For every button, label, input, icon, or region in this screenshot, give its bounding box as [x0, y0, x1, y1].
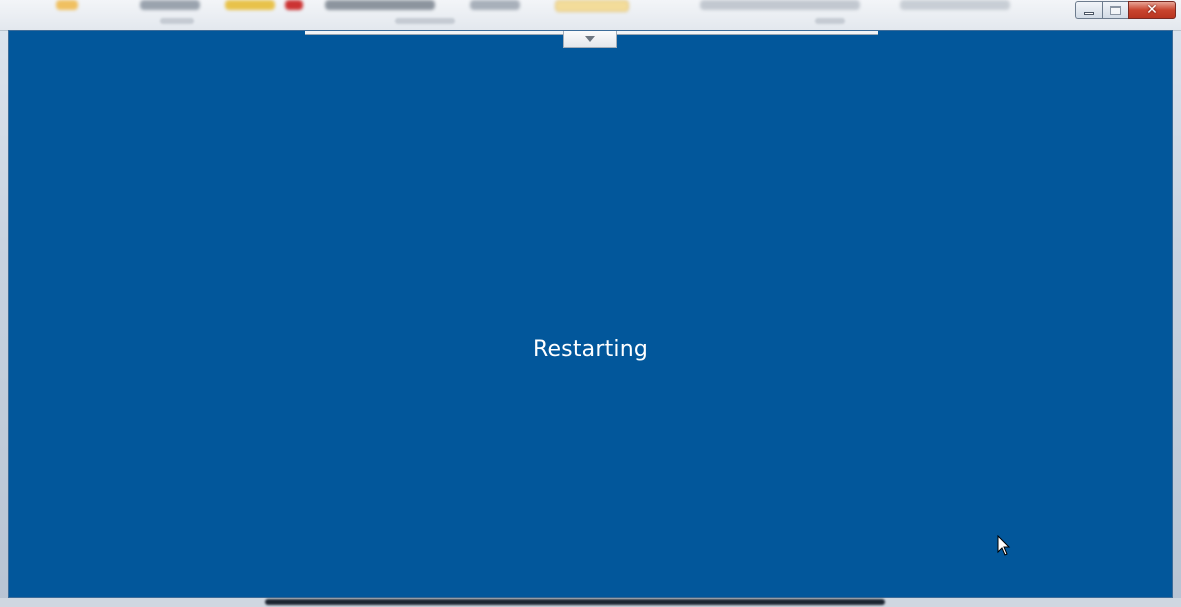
ribbon-blur-icon — [470, 0, 520, 10]
remote-desktop-window: ✕ Restarting — [0, 0, 1181, 607]
status-message: Restarting — [532, 337, 649, 362]
ribbon-blur-icon — [225, 0, 275, 10]
ribbon-blur-label — [815, 18, 845, 24]
remote-session-screen[interactable]: Restarting — [8, 30, 1173, 598]
ribbon-blur-icon — [140, 0, 200, 10]
ribbon-blur-icon — [285, 0, 303, 10]
minimize-icon — [1084, 12, 1094, 15]
maximize-icon — [1110, 5, 1121, 15]
ribbon-blur-icon — [56, 0, 78, 10]
connection-bar-toggle[interactable] — [563, 31, 617, 48]
ribbon-blur-label — [395, 18, 455, 24]
mouse-cursor-icon — [997, 535, 1011, 556]
blurred-ribbon-background — [0, 0, 1181, 31]
chevron-down-icon — [585, 36, 595, 42]
close-button[interactable]: ✕ — [1128, 1, 1176, 19]
ribbon-blur-icon — [555, 0, 629, 12]
minimize-button[interactable] — [1075, 1, 1102, 19]
ribbon-blur-icon — [700, 0, 860, 10]
window-caption-buttons: ✕ — [1075, 1, 1176, 20]
close-icon: ✕ — [1146, 2, 1158, 18]
ribbon-blur-icon — [325, 0, 435, 10]
ribbon-blur-icon — [900, 0, 1010, 10]
maximize-button[interactable] — [1102, 1, 1128, 19]
blurred-taskbar-fragment — [265, 599, 885, 605]
ribbon-blur-label — [160, 18, 194, 24]
